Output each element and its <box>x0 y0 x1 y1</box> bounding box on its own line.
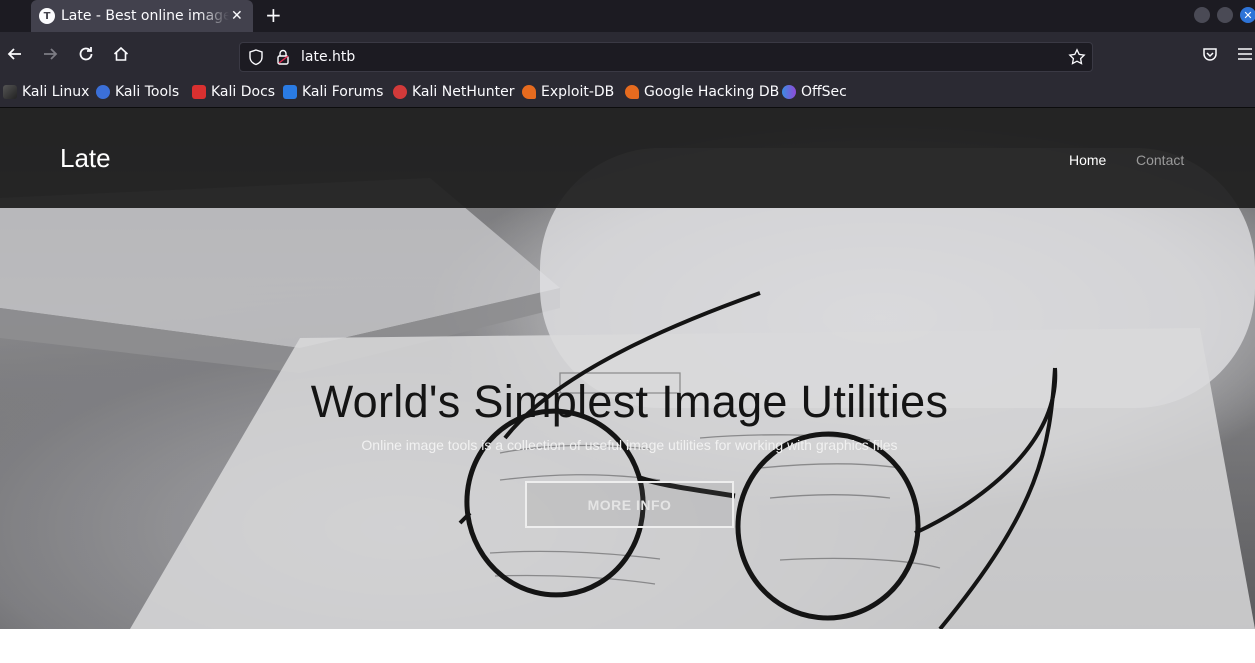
nav-link-home[interactable]: Home <box>1069 152 1106 168</box>
maximize-window-button[interactable] <box>1217 7 1233 23</box>
bookmark-label: OffSec <box>801 84 847 100</box>
site-header: Late Home Contact <box>0 108 1255 208</box>
bookmark-kali-docs[interactable]: Kali Docs <box>192 84 275 100</box>
reload-icon[interactable] <box>77 45 95 68</box>
kali-tools-icon <box>96 85 110 99</box>
kali-nethunter-icon <box>393 85 407 99</box>
browser-tab-active[interactable]: T Late - Best online image tools ✕ <box>31 0 253 32</box>
hero-title: World's Simplest Image Utilities <box>310 376 949 427</box>
bookmark-label: Kali Docs <box>211 84 276 100</box>
bookmark-offsec[interactable]: OffSec <box>782 84 847 100</box>
site-favicon-icon: T <box>39 8 55 24</box>
bookmark-kali-nethunter[interactable]: Kali NetHunter <box>393 84 514 100</box>
bookmark-label: Kali Forums <box>302 84 384 100</box>
close-tab-icon[interactable]: ✕ <box>231 8 243 24</box>
kali-forums-icon <box>283 85 297 99</box>
offsec-icon <box>782 85 796 99</box>
url-text[interactable]: late.htb <box>301 49 355 65</box>
exploit-db-icon <box>522 85 536 99</box>
new-tab-button[interactable]: + <box>265 4 282 26</box>
bookmark-label: Kali Linux <box>22 84 90 100</box>
hero-subtitle: Online image tools is a collection of us… <box>361 437 898 453</box>
forward-arrow-icon[interactable] <box>41 45 59 68</box>
bookmark-label: Kali Tools <box>115 84 180 100</box>
more-info-button[interactable]: MORE INFO <box>525 481 734 528</box>
bookmark-label: Exploit-DB <box>541 84 615 100</box>
bookmark-label: Google Hacking DB <box>644 84 780 100</box>
nav-link-contact[interactable]: Contact <box>1136 152 1184 168</box>
bookmark-star-icon[interactable] <box>1068 48 1086 70</box>
hero-section: Late Home Contact World's Simplest Image… <box>0 108 1255 629</box>
ghdb-icon <box>625 85 639 99</box>
minimize-window-button[interactable] <box>1194 7 1210 23</box>
pocket-icon[interactable] <box>1201 45 1219 68</box>
back-arrow-icon[interactable] <box>6 45 24 68</box>
site-logo[interactable]: Late <box>60 143 111 174</box>
tab-title: Late - Best online image tools <box>61 8 229 24</box>
bookmark-kali-forums[interactable]: Kali Forums <box>283 84 383 100</box>
close-window-button[interactable]: ✕ <box>1240 7 1255 23</box>
kali-docs-icon <box>192 85 206 99</box>
home-icon[interactable] <box>112 45 130 68</box>
bookmark-google-hacking-db[interactable]: Google Hacking DB <box>625 84 779 100</box>
browser-tab-bar: T Late - Best online image tools ✕ + ✕ <box>0 0 1255 32</box>
kali-dragon-icon <box>3 85 17 99</box>
menu-hamburger-icon[interactable] <box>1237 45 1253 68</box>
bookmark-kali-linux[interactable]: Kali Linux <box>3 84 89 100</box>
bookmarks-toolbar: Kali Linux Kali Tools Kali Docs Kali For… <box>0 78 1255 108</box>
bookmark-exploit-db[interactable]: Exploit-DB <box>522 84 614 100</box>
bookmark-label: Kali NetHunter <box>412 84 515 100</box>
address-bar[interactable]: late.htb <box>239 42 1093 72</box>
shield-icon[interactable] <box>248 48 264 70</box>
web-page: Late Home Contact World's Simplest Image… <box>0 108 1255 663</box>
bookmark-kali-tools[interactable]: Kali Tools <box>96 84 179 100</box>
lock-icon[interactable] <box>276 48 290 70</box>
